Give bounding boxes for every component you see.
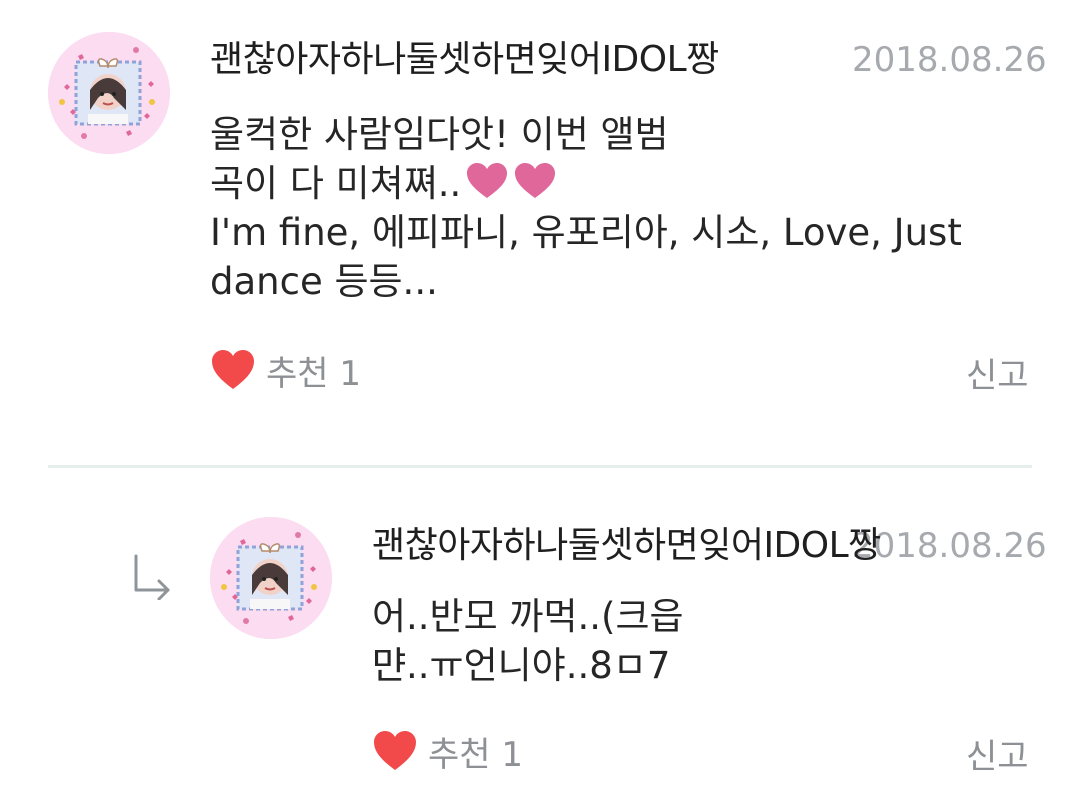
heart-icon — [374, 731, 416, 770]
user-avatar[interactable] — [210, 517, 332, 639]
like-button[interactable]: 추천 1 — [210, 345, 361, 395]
heart-icon — [212, 350, 254, 389]
comment-author[interactable]: 괜찮아자하나둘셋하면잊어IDOL짱 — [210, 38, 719, 82]
comment-body-line: I'm fine, 에피파니, 유포리아, 시소, Love, Just — [210, 211, 962, 254]
like-button[interactable]: 추천 1 — [372, 726, 523, 776]
pink-heart-emoji-icon — [467, 163, 508, 198]
reply-body: 어..반모 까먹..(크읍 먄..ㅠ언니야..8ㅁ7 — [372, 592, 684, 690]
reply-date: 2018.08.26 — [852, 526, 1047, 566]
comment-thread: 괜찮아자하나둘셋하면잊어IDOL짱 2018.08.26 울컥한 사람임다앗! … — [0, 0, 1080, 810]
avatar-image — [48, 32, 170, 154]
comment-body-line: 울컥한 사람임다앗! 이번 앨범 — [210, 113, 669, 156]
reply-arrow-icon — [134, 554, 170, 600]
comment-body-text: 곡이 다 미쳐쪄.. — [210, 162, 462, 205]
reply-body-line: 어..반모 까먹..(크읍 — [372, 595, 684, 638]
like-count-label: 추천 1 — [428, 734, 523, 775]
reply-author[interactable]: 괜찮아자하나둘셋하면잊어IDOL짱 — [372, 524, 881, 568]
avatar-image — [210, 517, 332, 639]
comment-date: 2018.08.26 — [852, 40, 1047, 80]
report-button[interactable]: 신고 — [966, 348, 1029, 397]
report-button[interactable]: 신고 — [966, 729, 1029, 778]
comment-body-line-with-emoji: 곡이 다 미쳐쪄.. — [210, 159, 962, 208]
reply-body-line: 먄..ㅠ언니야..8ㅁ7 — [372, 644, 671, 687]
like-count-label: 추천 1 — [266, 353, 361, 394]
pink-heart-emoji-icon — [515, 163, 556, 198]
user-avatar[interactable] — [48, 32, 170, 154]
comment-body-line: dance 등등... — [210, 260, 438, 303]
comment-body: 울컥한 사람임다앗! 이번 앨범 곡이 다 미쳐쪄.. I'm fine, 에피… — [210, 110, 962, 306]
comment-divider — [48, 465, 1032, 468]
